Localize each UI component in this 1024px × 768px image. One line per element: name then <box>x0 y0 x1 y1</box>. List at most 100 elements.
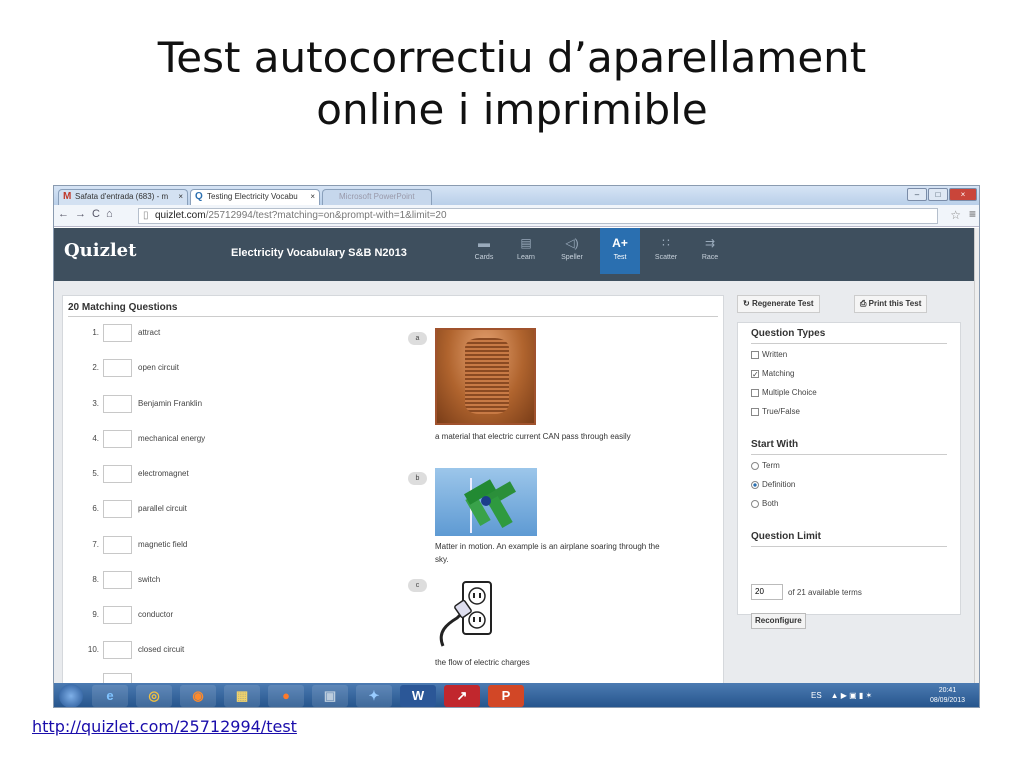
set-title[interactable]: Electricity Vocabulary S&B N2013 <box>231 247 407 259</box>
checkbox-checked[interactable]: ✓ <box>751 369 759 378</box>
media-player-icon[interactable]: ● <box>268 685 304 707</box>
reload-icon[interactable]: C <box>92 208 106 220</box>
acrobat-icon[interactable]: ↗ <box>444 685 480 707</box>
mode-race[interactable]: ⇉ Race <box>690 235 730 261</box>
question-number: 2. <box>92 363 99 372</box>
answer-input[interactable] <box>103 430 132 448</box>
option-term[interactable]: Term <box>751 461 780 470</box>
tab-powerpoint[interactable]: Microsoft PowerPoint <box>322 189 432 205</box>
back-icon[interactable]: ← <box>58 208 75 220</box>
quizlet-logo[interactable]: Quizlet <box>64 240 136 261</box>
start-button-icon[interactable] <box>59 684 83 707</box>
clock[interactable]: 20:41 08/09/2013 <box>930 686 965 706</box>
tab-label: Microsoft PowerPoint <box>339 192 415 201</box>
tab-gmail[interactable]: M Safata d'entrada (683) - m × <box>58 189 188 205</box>
paint-icon[interactable]: ✦ <box>356 685 392 707</box>
option-matching[interactable]: ✓ Matching <box>751 369 794 378</box>
option-both[interactable]: Both <box>751 499 778 508</box>
answer-input[interactable] <box>103 324 132 342</box>
url-field[interactable]: ▯ quizlet.com/25712994/test?matching=on&… <box>138 208 938 224</box>
test-content: 20 Matching Questions 1. attract 2. open… <box>54 281 974 691</box>
close-tab-icon[interactable]: × <box>178 190 183 204</box>
radio[interactable] <box>751 499 759 508</box>
tab-label: Testing Electricity Vocabu <box>207 192 298 201</box>
close-window-icon[interactable]: × <box>949 188 977 201</box>
option-definition[interactable]: Definition <box>751 480 795 489</box>
regenerate-test-button[interactable]: ↻ Regenerate Test <box>737 295 820 313</box>
option-multiple-choice[interactable]: Multiple Choice <box>751 388 817 397</box>
question-limit-input[interactable]: 20 <box>751 584 783 600</box>
mode-scatter[interactable]: ∷ Scatter <box>646 235 686 261</box>
word-icon[interactable]: W <box>400 685 436 707</box>
checkbox[interactable] <box>751 388 759 397</box>
race-icon: ⇉ <box>704 236 716 250</box>
answer-input[interactable] <box>103 500 132 518</box>
scatter-icon: ∷ <box>662 236 670 250</box>
question-number: 9. <box>92 610 99 619</box>
address-bar-row: ←→C⌂ ▯ quizlet.com/25712994/test?matchin… <box>54 205 979 227</box>
answer-input[interactable] <box>103 359 132 377</box>
checkbox[interactable] <box>751 350 759 359</box>
menu-icon[interactable]: ≡ <box>969 207 976 221</box>
answer-input[interactable] <box>103 641 132 659</box>
question-term: magnetic field <box>138 540 188 549</box>
file-explorer-icon[interactable]: ▦ <box>224 685 260 707</box>
close-tab-icon[interactable]: × <box>310 190 315 204</box>
mode-label: Speller <box>561 254 583 261</box>
network-app-icon[interactable]: ▣ <box>312 685 348 707</box>
answer-input[interactable] <box>103 465 132 483</box>
answer-input[interactable] <box>103 606 132 624</box>
radio[interactable] <box>751 461 759 470</box>
answer-input[interactable] <box>103 536 132 554</box>
mode-label: Scatter <box>654 254 678 261</box>
question-term: conductor <box>138 610 174 619</box>
tab-label: Safata d'entrada (683) - m <box>75 192 169 201</box>
internet-explorer-icon[interactable]: e <box>92 685 128 707</box>
regenerate-label: Regenerate Test <box>751 299 814 308</box>
minimize-icon[interactable]: – <box>907 188 927 201</box>
source-link[interactable]: http://quizlet.com/25712994/test <box>32 717 297 736</box>
quizlet-icon: Q <box>195 191 203 202</box>
divider <box>68 316 718 317</box>
window-controls: – □ × <box>907 188 977 201</box>
maximize-icon[interactable]: □ <box>928 188 948 201</box>
forward-icon[interactable]: → <box>75 208 92 220</box>
learn-icon: ▤ <box>520 236 532 250</box>
answer-letter-badge: c <box>408 579 427 592</box>
screenshot: M Safata d'entrada (683) - m × Q Testing… <box>53 185 980 708</box>
gmail-icon: M <box>63 191 72 202</box>
question-number: 5. <box>92 469 99 478</box>
home-icon[interactable]: ⌂ <box>106 208 119 220</box>
print-test-button[interactable]: ⎙ Print this Test <box>854 295 928 313</box>
plug-outlet-image <box>435 580 497 650</box>
bookmark-star-icon[interactable]: ☆ <box>950 208 961 222</box>
radio-selected[interactable] <box>751 480 759 489</box>
print-icon: ⎙ <box>860 299 869 308</box>
scrollbar[interactable] <box>974 228 979 683</box>
reconfigure-button[interactable]: Reconfigure <box>751 613 806 629</box>
mode-cards[interactable]: ▬ Cards <box>464 235 504 261</box>
mode-label: Cards <box>474 254 494 261</box>
chrome-icon[interactable]: ◎ <box>136 685 172 707</box>
pinwheel-hub <box>481 496 491 506</box>
tab-quizlet[interactable]: Q Testing Electricity Vocabu × <box>190 189 320 205</box>
system-tray: ES ▲ ▶ ▣ ▮ ✶ <box>811 691 872 700</box>
plug-outlet-drawing <box>439 581 492 647</box>
divider <box>751 546 947 547</box>
mode-learn[interactable]: ▤ Learn <box>506 235 546 261</box>
answer-input[interactable] <box>103 571 132 589</box>
test-icon: A+ <box>612 236 628 250</box>
mode-test[interactable]: A+ Test <box>600 228 640 274</box>
option-true-false[interactable]: True/False <box>751 407 800 416</box>
checkbox[interactable] <box>751 407 759 416</box>
option-written[interactable]: Written <box>751 350 787 359</box>
url-domain: quizlet.com <box>155 210 206 221</box>
firefox-icon[interactable]: ◉ <box>180 685 216 707</box>
mode-speller[interactable]: ◁) Speller <box>552 235 592 261</box>
answer-input[interactable] <box>103 395 132 413</box>
tray-icons[interactable]: ▲ ▶ ▣ ▮ ✶ <box>831 691 873 700</box>
language-indicator[interactable]: ES <box>811 691 822 700</box>
powerpoint-icon[interactable]: P <box>488 685 524 707</box>
matching-heading: 20 Matching Questions <box>68 302 178 313</box>
option-label: Written <box>762 350 788 359</box>
